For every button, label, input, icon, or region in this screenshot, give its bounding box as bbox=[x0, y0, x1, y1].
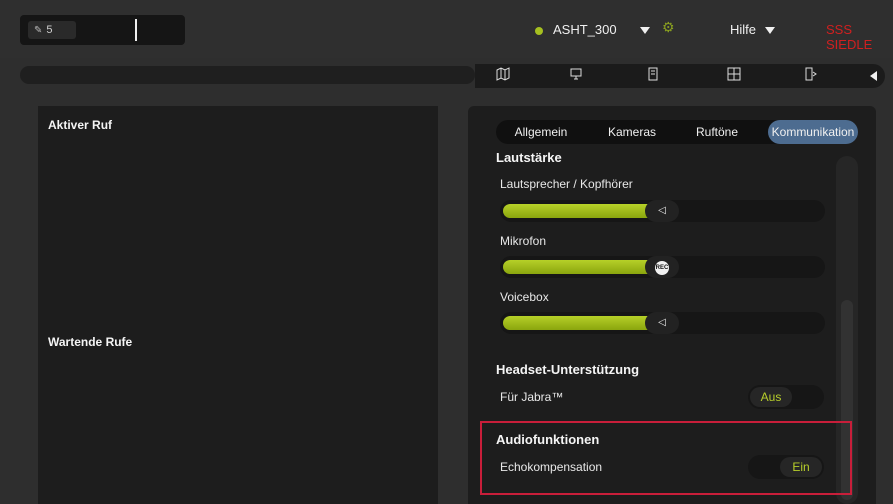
volume-heading: Lautstärke bbox=[496, 150, 562, 165]
dial-input[interactable]: ✎ 5 bbox=[20, 15, 185, 45]
view-toolbar bbox=[475, 64, 885, 88]
help-menu[interactable]: Hilfe bbox=[730, 22, 756, 37]
speaker-label: Lautsprecher / Kopfhörer bbox=[500, 177, 633, 191]
settings-tabs: Allgemein Kameras Ruftöne Kommunikation bbox=[496, 120, 858, 144]
microphone-volume-fill bbox=[503, 260, 658, 274]
brand-logo: SSS SIEDLE bbox=[826, 22, 873, 52]
device-status-indicator bbox=[535, 27, 543, 35]
help-dropdown-icon[interactable] bbox=[765, 27, 775, 34]
speaker-volume-slider[interactable]: ◁ bbox=[500, 200, 825, 222]
panel-icon[interactable] bbox=[638, 67, 668, 85]
jabra-label: Für Jabra™ bbox=[500, 390, 564, 404]
waiting-calls-title: Wartende Rufe bbox=[48, 335, 133, 349]
speed-dial-value: 5 bbox=[46, 24, 53, 36]
call-info-strip bbox=[20, 66, 475, 84]
grid-icon[interactable] bbox=[719, 67, 749, 85]
tab-allgemein[interactable]: Allgemein bbox=[502, 120, 580, 144]
call-panel: Aktiver Ruf Wartende Rufe bbox=[38, 106, 438, 504]
door-icon[interactable] bbox=[795, 67, 825, 85]
gear-icon[interactable]: ⚙ bbox=[662, 19, 675, 36]
monitor-icon[interactable] bbox=[561, 67, 591, 85]
microphone-volume-slider[interactable]: REC bbox=[500, 256, 825, 278]
rec-icon[interactable]: REC bbox=[645, 256, 679, 278]
speed-dial-badge[interactable]: ✎ 5 bbox=[28, 21, 76, 39]
collapse-left-icon[interactable] bbox=[870, 71, 877, 81]
tab-ruftoene[interactable]: Ruftöne bbox=[676, 120, 758, 144]
voicebox-label: Voicebox bbox=[500, 290, 549, 304]
speaker-icon[interactable]: ◁ bbox=[645, 312, 679, 334]
tab-kommunikation[interactable]: Kommunikation bbox=[768, 120, 858, 144]
headset-heading: Headset-Unterstützung bbox=[496, 362, 640, 377]
speaker-icon[interactable]: ◁ bbox=[645, 200, 679, 222]
jabra-toggle-state: Aus bbox=[750, 387, 792, 407]
text-cursor bbox=[135, 19, 137, 41]
active-call-title: Aktiver Ruf bbox=[48, 118, 113, 132]
voicebox-volume-slider[interactable]: ◁ bbox=[500, 312, 825, 334]
highlight-box bbox=[480, 421, 852, 495]
device-name[interactable]: ASHT_300 bbox=[553, 22, 617, 37]
device-dropdown-icon[interactable] bbox=[640, 27, 650, 34]
voicebox-volume-fill bbox=[503, 316, 658, 330]
tab-kameras[interactable]: Kameras bbox=[592, 120, 672, 144]
speaker-volume-fill bbox=[503, 204, 658, 218]
book-icon[interactable] bbox=[488, 67, 518, 85]
pen-icon: ✎ bbox=[34, 25, 43, 36]
microphone-label: Mikrofon bbox=[500, 234, 547, 248]
jabra-toggle[interactable]: Aus bbox=[748, 385, 824, 409]
